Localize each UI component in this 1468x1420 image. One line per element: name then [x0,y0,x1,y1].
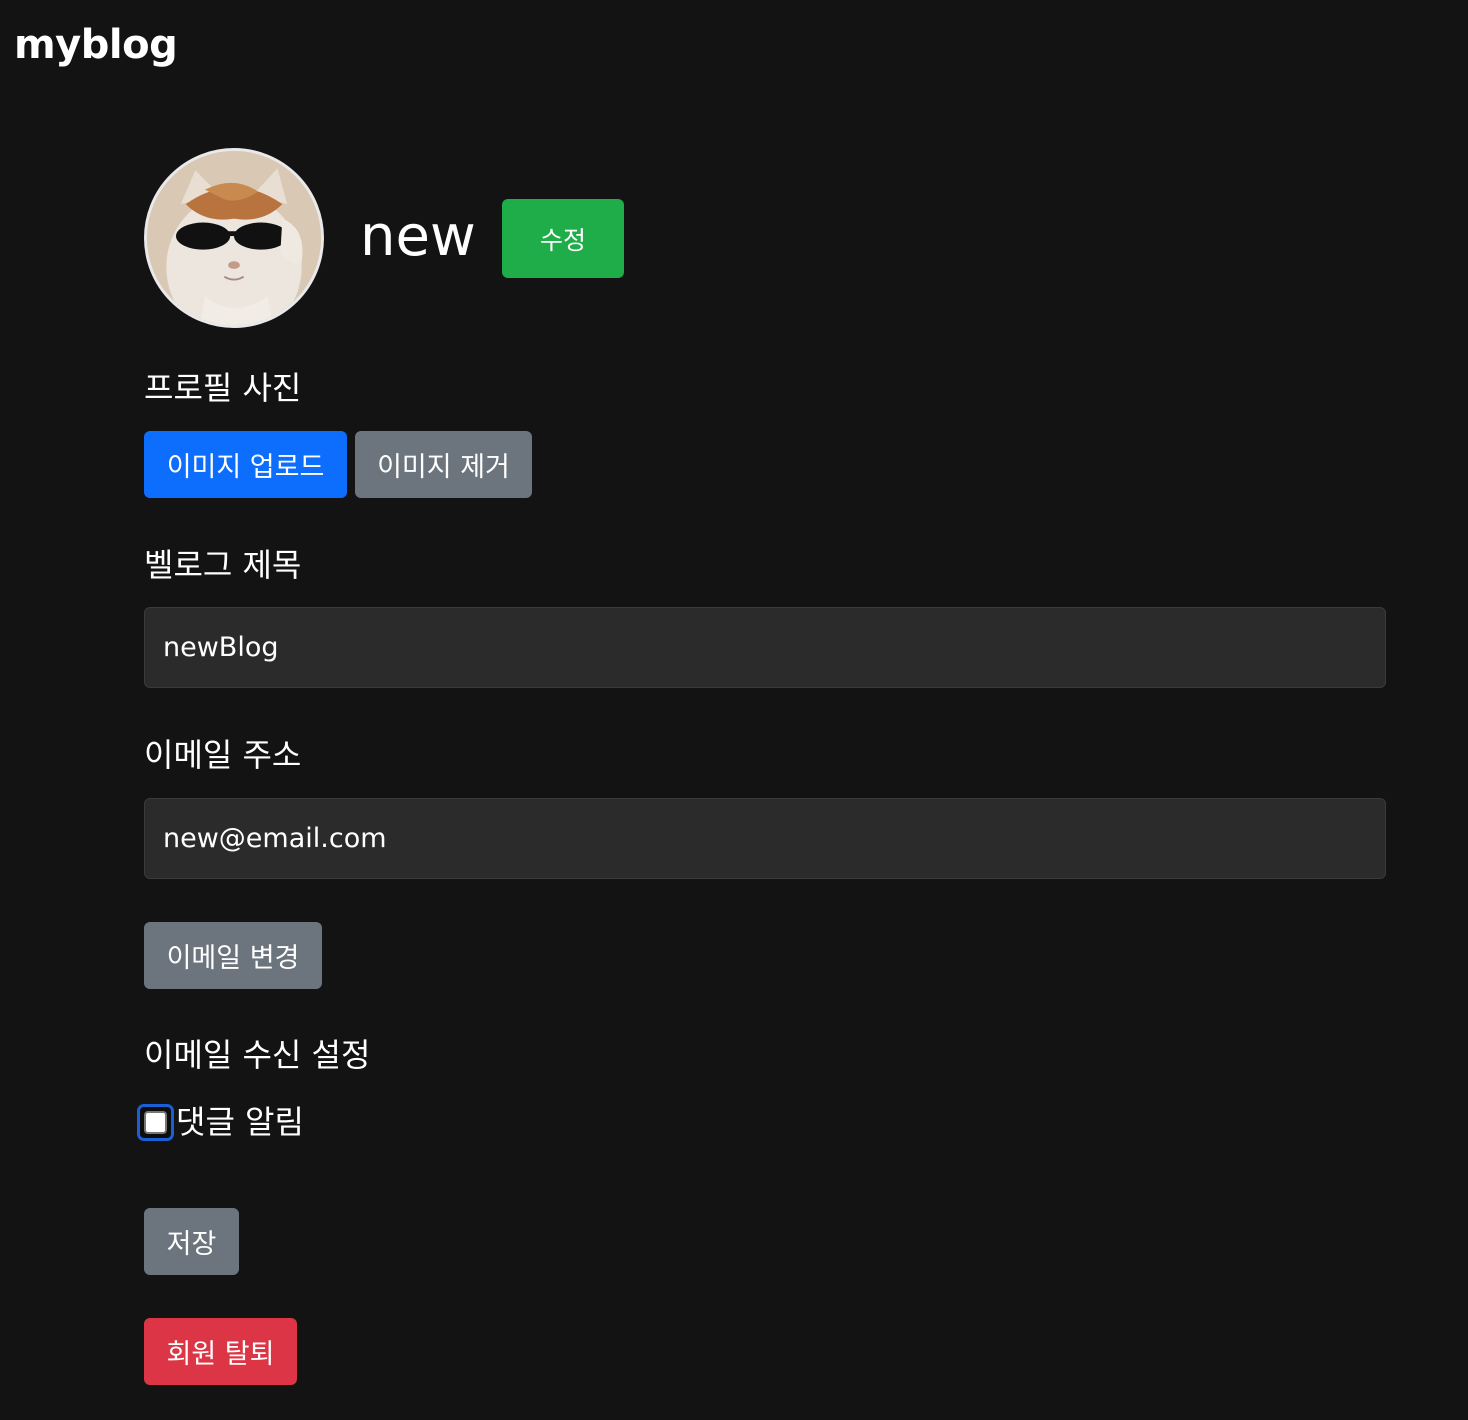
email-notification-label: 이메일 수신 설정 [144,1036,371,1074]
comment-alert-checkbox[interactable] [137,1103,174,1141]
upload-image-button[interactable]: 이미지 업로드 [144,431,347,498]
comment-alert-row: 댓글 알림 [137,1100,304,1144]
withdraw-account-button[interactable]: 회원 탈퇴 [144,1318,297,1385]
remove-image-button[interactable]: 이미지 제거 [355,431,532,498]
save-button[interactable]: 저장 [144,1208,239,1275]
profile-avatar [144,148,324,328]
edit-profile-button[interactable]: 수정 [502,199,624,278]
change-email-button[interactable]: 이메일 변경 [144,922,322,989]
email-input[interactable] [144,798,1386,879]
site-logo[interactable]: myblog [14,20,178,70]
email-label: 이메일 주소 [144,736,302,774]
profile-photo-label: 프로필 사진 [144,369,302,407]
blog-title-input[interactable] [144,607,1386,688]
cat-avatar-image [147,151,321,325]
comment-alert-label[interactable]: 댓글 알림 [176,1100,304,1144]
checkbox-box [144,1110,167,1134]
profile-username: new [360,204,476,269]
blog-title-label: 벨로그 제목 [144,546,302,584]
